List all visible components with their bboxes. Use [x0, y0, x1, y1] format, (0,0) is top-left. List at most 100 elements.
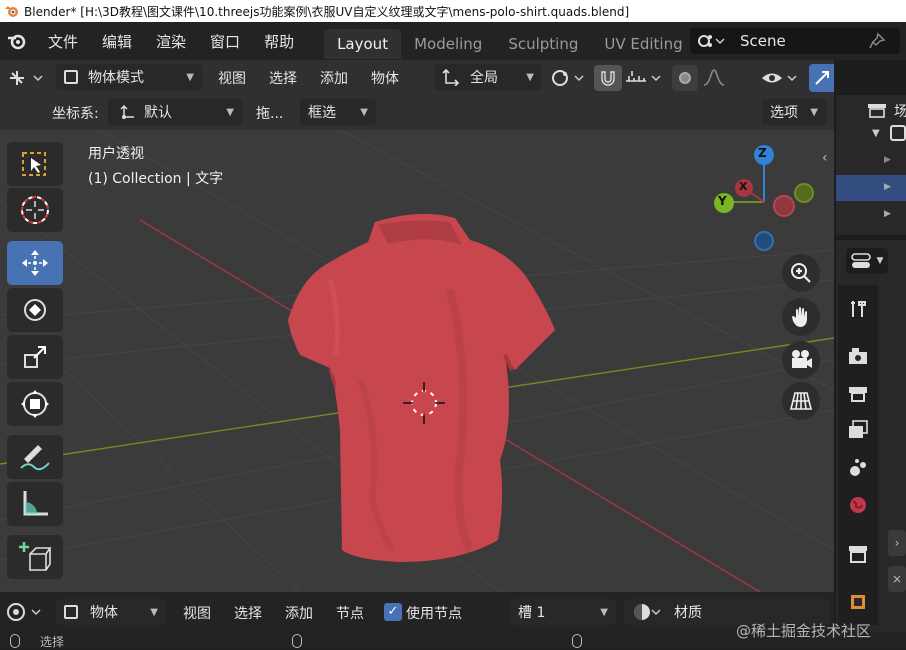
collection-tab[interactable]	[846, 542, 870, 566]
tab-uv-editing[interactable]: UV Editing	[591, 29, 695, 59]
scale-tool-icon	[24, 346, 46, 368]
tab-layout[interactable]: Layout	[324, 29, 402, 59]
menu-file[interactable]: 文件	[36, 31, 90, 52]
measure-tool-icon	[23, 491, 48, 516]
3d-viewport[interactable]: Z Y X 用户透视 (1) Collection | 文字 ‹	[0, 130, 834, 592]
proportional-edit-toggle[interactable]	[672, 65, 698, 91]
render-tab[interactable]	[846, 344, 870, 368]
view-layer-tab[interactable]	[846, 418, 870, 442]
mouse-middle-icon	[292, 634, 302, 648]
gizmo-arrow-icon	[814, 71, 829, 85]
header-select-menu[interactable]: 选择	[269, 68, 297, 88]
chevron-down-icon: ▼	[876, 256, 884, 266]
ortho-toggle-button[interactable]	[782, 382, 820, 420]
tab-sculpting[interactable]: Sculpting	[495, 29, 591, 59]
gizmo-toggle[interactable]	[809, 64, 834, 92]
options-dropdown[interactable]: 选项 ▼	[762, 99, 826, 125]
shader-editor-header: 物体 ▼ 视图 选择 添加 节点 ✓ 使用节点 槽 1 ▼ 材质	[0, 592, 834, 632]
editor-type-icon[interactable]	[6, 67, 48, 89]
expand-section-arrow[interactable]: ›	[888, 530, 906, 556]
outliner-filter-icon[interactable]	[866, 102, 888, 118]
collapse-sidebar-icon[interactable]: ‹	[822, 150, 828, 166]
tool-add-cube[interactable]	[7, 535, 63, 579]
wrench-screwdriver-icon	[851, 301, 866, 317]
shader-node-menu[interactable]: 节点	[336, 603, 364, 623]
output-tab[interactable]	[846, 381, 870, 405]
snap-target-icon[interactable]	[624, 67, 664, 89]
properties-icon	[850, 253, 871, 268]
coord-system-dropdown[interactable]: 默认 ▼	[108, 99, 242, 125]
orientation-icon	[442, 68, 460, 86]
shader-type-dropdown[interactable]: 物体 ▼	[56, 599, 166, 625]
header-object-menu[interactable]: 物体	[371, 68, 399, 88]
expand-arrow-icon[interactable]: ▶	[884, 155, 891, 165]
viewport-header: 物体模式 ▼ 视图 选择 添加 物体 全局 ▼	[0, 60, 834, 95]
zoom-button[interactable]	[782, 254, 820, 292]
menu-edit[interactable]: 编辑	[90, 31, 144, 52]
magnet-icon	[601, 71, 615, 86]
outliner-collection-icon	[890, 125, 906, 141]
tab-modeling[interactable]: Modeling	[401, 29, 495, 59]
pan-button[interactable]	[782, 298, 820, 336]
shader-view-menu[interactable]: 视图	[183, 603, 211, 623]
object-mode-dropdown[interactable]: 物体模式 ▼	[56, 64, 202, 90]
tool-cursor[interactable]	[7, 188, 63, 232]
header-add-menu[interactable]: 添加	[320, 68, 348, 88]
viewport-scene[interactable]	[0, 130, 834, 592]
header-view-menu[interactable]: 视图	[218, 68, 246, 88]
outliner-panel[interactable]: 场 ▼ ▶ ▶ ▶	[836, 95, 906, 235]
tool-transform[interactable]	[7, 382, 63, 426]
printer-icon	[849, 387, 867, 402]
tool-scale[interactable]	[7, 335, 63, 379]
hand-icon	[792, 307, 807, 327]
visibility-eye-icon[interactable]	[760, 67, 800, 89]
polo-shirt-mesh[interactable]	[288, 213, 555, 562]
pin-icon[interactable]	[868, 32, 886, 50]
close-section-x[interactable]: ×	[888, 566, 906, 592]
world-globe-icon	[850, 497, 866, 513]
transform-orientation-dropdown[interactable]: 全局 ▼	[434, 64, 542, 90]
expand-arrow-icon[interactable]: ▶	[884, 209, 891, 219]
object-cube-icon	[64, 605, 78, 619]
snap-toggle[interactable]	[594, 65, 622, 91]
coord-system-label: 坐标系:	[52, 106, 99, 122]
expand-arrow-icon[interactable]: ▶	[884, 182, 891, 192]
tool-select-box[interactable]	[7, 142, 63, 186]
move-tool-icon	[22, 250, 48, 276]
use-nodes-label: 使用节点	[406, 606, 462, 622]
zoom-icon	[791, 263, 811, 283]
use-nodes-checkbox[interactable]: ✓	[384, 603, 402, 621]
scene-props-icon	[850, 459, 866, 476]
menu-help[interactable]: 帮助	[252, 31, 306, 52]
expand-arrow-icon[interactable]: ▼	[872, 128, 880, 139]
tool-annotate[interactable]	[7, 435, 63, 479]
outliner-selected-row[interactable]	[836, 175, 906, 201]
object-square-icon	[851, 595, 865, 609]
object-tab[interactable]	[846, 590, 870, 614]
falloff-icon[interactable]	[702, 67, 728, 89]
shader-add-menu[interactable]: 添加	[285, 603, 313, 623]
scene-selector[interactable]: Scene	[690, 28, 900, 54]
scene-name: Scene	[740, 32, 786, 50]
tool-rotate[interactable]	[7, 288, 63, 332]
camera-view-button[interactable]	[782, 341, 820, 379]
properties-editor-type[interactable]: ▼	[846, 248, 888, 274]
pivot-point-icon[interactable]	[550, 67, 586, 89]
cursor-tool-icon	[21, 196, 49, 224]
slot-dropdown[interactable]: 槽 1 ▼	[510, 599, 616, 625]
menu-render[interactable]: 渲染	[144, 31, 198, 52]
tool-measure[interactable]	[7, 482, 63, 526]
world-tab[interactable]	[846, 493, 870, 517]
scene-tab[interactable]	[846, 455, 870, 479]
shader-editor-type-icon[interactable]	[6, 601, 46, 623]
tool-move[interactable]	[7, 241, 63, 285]
render-camera-icon	[849, 348, 867, 364]
blender-menu-icon[interactable]	[6, 30, 28, 52]
drag-select-dropdown[interactable]: 框选 ▼	[300, 99, 376, 125]
collection-box-icon	[849, 546, 867, 563]
menu-window[interactable]: 窗口	[198, 31, 252, 52]
shader-select-menu[interactable]: 选择	[234, 603, 262, 623]
add-cube-icon	[19, 542, 52, 571]
navigation-gizmo[interactable]	[714, 145, 814, 251]
tool-tab[interactable]	[846, 297, 870, 321]
